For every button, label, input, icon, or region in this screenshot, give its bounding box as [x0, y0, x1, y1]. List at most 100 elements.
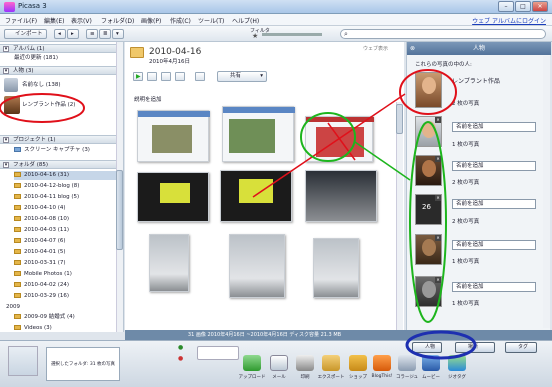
- add-name-input[interactable]: 名前を追加: [452, 240, 536, 250]
- panel-close-icon[interactable]: ⊗: [410, 45, 415, 52]
- people-section-header[interactable]: ▾ 人物 (3): [0, 66, 121, 75]
- menu-help[interactable]: ヘルプ(H): [232, 16, 259, 25]
- menu-image[interactable]: 画像(P): [141, 16, 161, 25]
- remove-face-icon[interactable]: ✕: [435, 156, 441, 162]
- star-filter-icon[interactable]: ★: [252, 32, 258, 40]
- movie-icon[interactable]: [422, 355, 440, 371]
- close-button[interactable]: ✕: [532, 1, 548, 12]
- remove-face-icon[interactable]: ✕: [435, 195, 441, 201]
- people-item-unnamed[interactable]: 名前なし (138): [22, 81, 123, 90]
- menu-folder[interactable]: フォルダ(D): [101, 16, 134, 25]
- photo-thumbnail[interactable]: [305, 116, 374, 162]
- project-item[interactable]: スクリーン キャプチャ (3): [14, 146, 120, 155]
- album-item[interactable]: 最近の更新 (181): [14, 54, 120, 63]
- folder-item[interactable]: 2010-04-08 (10): [14, 215, 120, 224]
- photo-thumbnail[interactable]: [137, 172, 209, 222]
- face-thumbnail[interactable]: ✕: [415, 276, 442, 307]
- edit-tools-box[interactable]: [197, 346, 239, 360]
- menu-tools[interactable]: ツール(T): [198, 16, 224, 25]
- face-thumbnail[interactable]: ✕: [415, 116, 442, 147]
- tree-view-icon[interactable]: ≣: [99, 29, 111, 39]
- folder-item[interactable]: Mobile Photos (1): [14, 270, 120, 279]
- back-button[interactable]: ◂: [54, 29, 66, 39]
- geotag-icon[interactable]: [448, 355, 466, 371]
- folder-item[interactable]: 2010-04-12-blog (8): [14, 182, 120, 191]
- web-view-toggle[interactable]: ウェブ表示: [363, 45, 388, 52]
- menu-edit[interactable]: 編集(E): [44, 16, 64, 25]
- photo-grid-scrollbar-thumb[interactable]: [396, 104, 403, 134]
- lock-icon[interactable]: [195, 72, 205, 81]
- menu-create[interactable]: 作成(C): [170, 16, 191, 25]
- list-view-icon[interactable]: ≡: [86, 29, 98, 39]
- add-name-input[interactable]: 名前を追加: [452, 199, 536, 209]
- face-thumbnail[interactable]: [415, 72, 442, 108]
- places-panel-button[interactable]: 場所: [455, 342, 495, 353]
- folder-item[interactable]: Videos (3): [14, 324, 120, 332]
- menu-view[interactable]: 表示(V): [71, 16, 92, 25]
- photo-thumbnail[interactable]: [137, 110, 210, 162]
- email-icon[interactable]: [270, 355, 288, 371]
- add-name-input[interactable]: 名前を追加: [452, 282, 536, 292]
- collapse-icon[interactable]: ▾: [3, 162, 9, 168]
- folder-item[interactable]: 2010-04-01 (5): [14, 248, 120, 257]
- collapse-icon[interactable]: ▾: [3, 68, 9, 74]
- projects-section-header[interactable]: ▾ プロジェクト (1): [0, 135, 121, 144]
- search-input[interactable]: ⌕: [340, 29, 546, 39]
- blogthis-icon[interactable]: [373, 355, 391, 371]
- import-button[interactable]: インポート: [4, 29, 47, 39]
- folder-item[interactable]: 2010-04-03 (11): [14, 226, 120, 235]
- menu-file[interactable]: ファイル(F): [5, 16, 37, 25]
- face-thumbnail[interactable]: ✕: [415, 234, 442, 265]
- remove-face-icon[interactable]: ✕: [435, 277, 441, 283]
- photo-tray[interactable]: 選択したフォルダ: 31 枚の写真: [46, 347, 120, 381]
- print-icon[interactable]: [296, 355, 314, 371]
- filter-slider[interactable]: [262, 33, 322, 36]
- people-item-rembrandt[interactable]: レンブラント作品 (2): [22, 101, 123, 110]
- web-album-login-link[interactable]: ウェブ アルバムにログイン: [472, 16, 546, 25]
- add-caption-link[interactable]: 説明を追加: [134, 95, 162, 103]
- movie-icon[interactable]: [161, 72, 171, 81]
- folder-item[interactable]: 2010-03-31 (7): [14, 259, 120, 268]
- collage-icon[interactable]: [398, 355, 416, 371]
- albums-section-header[interactable]: ▾ アルバム (1): [0, 44, 121, 53]
- forward-button[interactable]: ▸: [67, 29, 79, 39]
- folder-item[interactable]: 2010-04-02 (24): [14, 281, 120, 290]
- folder-item-selected[interactable]: 2010-04-16 (31): [14, 171, 120, 180]
- remove-face-icon[interactable]: ✕: [435, 235, 441, 241]
- collapse-icon[interactable]: ▾: [3, 46, 9, 52]
- upload-icon[interactable]: [175, 72, 185, 81]
- photo-thumbnail[interactable]: [229, 234, 285, 298]
- face-thumbnail[interactable]: ✕: [415, 155, 442, 186]
- face-thumbnail[interactable]: 26 ✕: [415, 194, 442, 225]
- export-icon[interactable]: [322, 355, 340, 371]
- photo-thumbnail[interactable]: [220, 170, 292, 222]
- folder-item[interactable]: 2010-04-07 (6): [14, 237, 120, 246]
- people-panel-scrollbar[interactable]: [543, 56, 550, 328]
- share-button[interactable]: 共有 ▾: [217, 71, 267, 82]
- folder-item[interactable]: 2010-03-29 (16): [14, 292, 120, 301]
- upload-icon[interactable]: [243, 355, 261, 371]
- maximize-button[interactable]: □: [515, 1, 531, 12]
- minimize-button[interactable]: –: [498, 1, 514, 12]
- photo-grid-scrollbar[interactable]: [396, 102, 403, 330]
- folders-section-header[interactable]: ▾ フォルダ (85): [0, 160, 121, 169]
- folder-item[interactable]: 2010-04-10 (4): [14, 204, 120, 213]
- clear-icon[interactable]: ●: [178, 355, 183, 362]
- folder-item[interactable]: 2009-09 結婚式 (4): [14, 313, 120, 322]
- view-options-icon[interactable]: ▾: [112, 29, 124, 39]
- tags-panel-button[interactable]: タグ: [505, 342, 537, 353]
- collage-icon[interactable]: [147, 72, 157, 81]
- shop-icon[interactable]: [349, 355, 367, 371]
- photo-thumbnail[interactable]: [222, 106, 295, 162]
- remove-face-icon[interactable]: ✕: [435, 117, 441, 123]
- collapse-icon[interactable]: ▾: [3, 137, 9, 143]
- play-slideshow-icon[interactable]: ▶: [133, 72, 143, 81]
- add-name-input[interactable]: 名前を追加: [452, 122, 536, 132]
- hold-icon[interactable]: ●: [178, 344, 183, 351]
- photo-thumbnail[interactable]: [149, 234, 189, 292]
- photo-thumbnail[interactable]: [313, 238, 359, 298]
- add-name-input[interactable]: 名前を追加: [452, 161, 536, 171]
- photo-thumbnail[interactable]: [305, 170, 377, 222]
- library-scrollbar-thumb[interactable]: [116, 170, 123, 250]
- folder-item[interactable]: 2010-04-11 blog (5): [14, 193, 120, 202]
